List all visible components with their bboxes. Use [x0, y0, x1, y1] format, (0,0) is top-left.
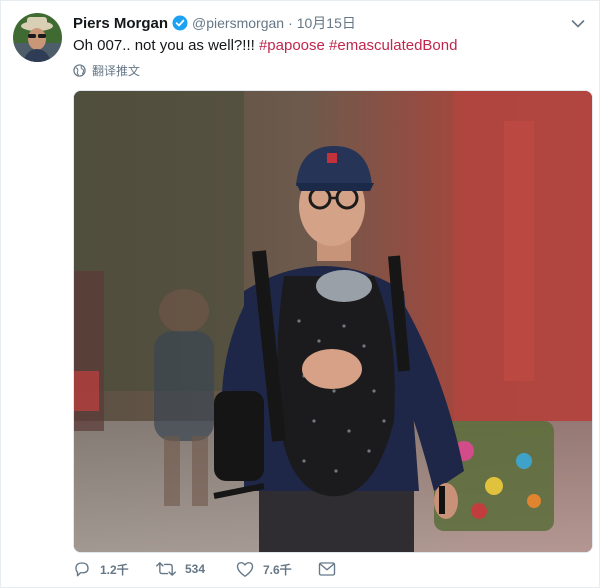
tweet-card[interactable]: Piers Morgan @piersmorgan · 10月15日 Oh 00… — [0, 0, 600, 588]
direct-message-button[interactable] — [318, 561, 345, 577]
hashtag-link[interactable]: #papoose — [259, 37, 325, 54]
tweet-photo[interactable] — [73, 90, 593, 553]
retweet-button[interactable]: 534 — [156, 560, 236, 578]
translate-label: 翻译推文 — [92, 64, 141, 78]
tweet-actions: 1.2千 534 7.6千 — [73, 557, 345, 581]
reply-icon — [75, 562, 89, 577]
author-avatar[interactable] — [13, 13, 62, 62]
tweet-text: Oh 007.. not you as well?!!! #papoose #e… — [73, 36, 457, 56]
header-separator: · — [288, 15, 293, 31]
reply-button[interactable]: 1.2千 — [73, 560, 156, 578]
author-handle[interactable]: @piersmorgan — [192, 15, 284, 31]
translate-tweet-link[interactable]: 翻译推文 — [73, 62, 140, 79]
heart-icon — [236, 561, 254, 577]
like-button[interactable]: 7.6千 — [236, 561, 318, 578]
tweet-header: Piers Morgan @piersmorgan · 10月15日 — [73, 13, 356, 33]
like-count: 7.6千 — [263, 562, 292, 577]
chevron-down-icon[interactable] — [571, 16, 585, 28]
retweet-icon — [156, 562, 176, 576]
hashtag-link[interactable]: #emasculatedBond — [329, 37, 457, 54]
author-name[interactable]: Piers Morgan — [73, 15, 168, 32]
retweet-count: 534 — [185, 562, 206, 576]
verified-badge-icon — [172, 15, 188, 31]
envelope-icon — [318, 562, 336, 576]
globe-icon — [73, 64, 86, 77]
tweet-text-body: Oh 007.. not you as well?!!! — [73, 37, 259, 54]
reply-count: 1.2千 — [100, 562, 129, 577]
tweet-date[interactable]: 10月15日 — [297, 13, 356, 33]
